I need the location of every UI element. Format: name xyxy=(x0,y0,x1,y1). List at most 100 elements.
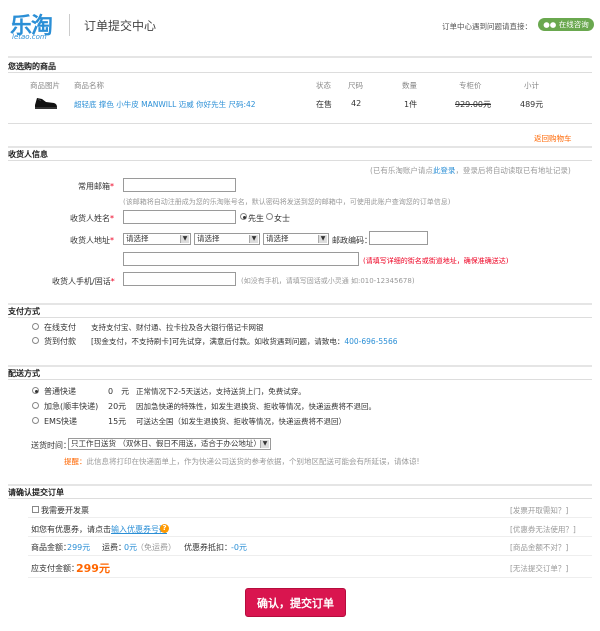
email-input[interactable] xyxy=(123,178,236,192)
delivery-option-fee: 15元 xyxy=(108,417,127,426)
divider xyxy=(8,498,592,499)
payment-online-radio[interactable] xyxy=(32,323,39,330)
name-input[interactable] xyxy=(123,210,236,224)
divider xyxy=(28,555,592,556)
payment-help-link[interactable]: [无法提交订单？] xyxy=(510,563,568,574)
delivery-option-label: 普通快递 xyxy=(44,387,76,396)
column-header: 商品名称 xyxy=(74,81,104,90)
delivery-option-desc: 正常情况下2-5天送达，支持送货上门，免费试穿。 xyxy=(136,387,306,396)
divider xyxy=(8,72,592,73)
goods-total-label: 商品金额： xyxy=(31,543,71,552)
shipping-label: 运费： xyxy=(102,543,126,552)
confirm-section-title: 请确认提交订单 xyxy=(8,488,64,497)
gender-female-label: 女士 xyxy=(274,214,290,223)
phone-label: 收货人手机/固话* xyxy=(52,277,115,286)
divider xyxy=(8,160,592,161)
payment-cod-radio[interactable] xyxy=(32,337,39,344)
goods-total-value: 299元 xyxy=(67,543,91,552)
chevron-down-icon: ▼ xyxy=(249,235,258,243)
invoice-checkbox[interactable] xyxy=(32,506,39,513)
divider xyxy=(8,56,592,58)
payable-label: 应支付金额： xyxy=(31,564,79,573)
column-header: 状态 xyxy=(316,81,331,90)
phone-input[interactable] xyxy=(123,272,236,286)
address-detail-input[interactable] xyxy=(123,252,359,266)
gender-male-radio[interactable] xyxy=(240,213,247,220)
address-label: 收货人地址* xyxy=(70,236,114,245)
coupon-prompt: 如您有优惠券，请点击输入优惠券号码 xyxy=(31,525,167,534)
product-status: 在售 xyxy=(316,100,332,109)
login-link[interactable]: 此登录 xyxy=(433,166,456,175)
header-divider xyxy=(69,14,70,36)
delivery-normal-radio[interactable] xyxy=(32,387,39,394)
delivery-reminder: 提醒：此信息将打印在快递面单上，作为快递公司送货的参考依据，个别地区配送可能会有… xyxy=(64,457,420,466)
gender-female-radio[interactable] xyxy=(266,213,273,220)
delivery-option-desc: 因加急快递的特殊性，如发生退换货、拒收等情况，快递运费将不退回。 xyxy=(136,402,376,411)
coupon-discount-value: -0元 xyxy=(231,543,247,552)
submit-order-button[interactable]: 确认，提交订单 xyxy=(245,588,346,617)
chevron-down-icon: ▼ xyxy=(180,235,189,243)
delivery-option-desc: 可送达全国（如发生退换货、拒收等情况，快递运费将不退回） xyxy=(136,417,346,426)
service-phone: 400-696-5566 xyxy=(344,337,398,346)
divider xyxy=(8,146,592,148)
divider xyxy=(8,365,592,367)
email-label: 常用邮箱* xyxy=(78,182,114,191)
delivery-express-radio[interactable] xyxy=(32,402,39,409)
chevron-down-icon: ▼ xyxy=(318,235,327,243)
product-name-link[interactable]: 超轻底 撑色 小牛皮 MANWILL 迈威 你好先生 尺码:42 xyxy=(74,99,256,110)
product-quantity: 1件 xyxy=(404,100,418,109)
amount-help-link[interactable]: [商品金额不对？] xyxy=(510,542,568,553)
products-section-title: 您选购的商品 xyxy=(8,62,56,71)
product-list-price: 929.00元 xyxy=(455,100,491,109)
product-image[interactable] xyxy=(34,94,58,110)
divider xyxy=(8,317,592,318)
question-icon[interactable]: ? xyxy=(160,524,169,533)
payment-option-label: 在线支付 xyxy=(44,323,76,332)
divider xyxy=(8,484,592,486)
coupon-link[interactable]: 输入优惠券号码 xyxy=(111,525,167,534)
chevron-down-icon: ▼ xyxy=(260,440,269,448)
zip-label: 邮政编码： xyxy=(332,236,372,245)
delivery-option-fee: 0 元 xyxy=(108,387,130,396)
delivery-time-label: 送货时间： xyxy=(31,441,71,450)
delivery-option-label: 加急(顺丰快递) xyxy=(44,402,99,411)
coupon-discount-label: 优惠券抵扣： xyxy=(184,543,232,552)
district-select[interactable]: 请选择 ▼ xyxy=(263,233,329,245)
delivery-option-fee: 20元 xyxy=(108,402,127,411)
column-header: 专柜价 xyxy=(459,81,482,90)
province-select[interactable]: 请选择 ▼ xyxy=(123,233,191,245)
divider xyxy=(28,577,592,578)
email-hint: (该邮箱将自动注册成为您的乐淘账号名，默认密码将发送到您的邮箱中，可使用此账户查… xyxy=(123,198,451,206)
product-subtotal: 489元 xyxy=(520,100,544,109)
online-consult-button[interactable]: ●● 在线咨询 xyxy=(538,18,594,31)
payment-option-desc: [现金支付，不支持刷卡]可先试穿，满意后付款。如收货遇到问题，请致电：400-6… xyxy=(91,337,398,346)
delivery-section-title: 配送方式 xyxy=(8,369,40,378)
back-to-cart-link[interactable]: 返回购物车 xyxy=(534,133,572,144)
column-header: 尺码 xyxy=(348,81,363,90)
invoice-help-link[interactable]: [发票开取需知？] xyxy=(510,505,568,516)
phone-hint: (如没有手机，请填写固话或小灵通 如:010-12345678) xyxy=(241,277,415,285)
delivery-ems-radio[interactable] xyxy=(32,417,39,424)
divider xyxy=(8,379,592,380)
column-header: 小计 xyxy=(524,81,539,90)
login-hint: (已有乐淘账户请点此登录，登录后将自动读取已有地址记录) xyxy=(370,166,571,175)
name-label: 收货人姓名* xyxy=(70,214,114,223)
payment-option-desc: 支持支付宝、财付通、拉卡拉及各大银行借记卡网银 xyxy=(91,323,264,332)
divider xyxy=(28,517,592,518)
divider xyxy=(8,303,592,305)
page-title: 订单提交中心 xyxy=(84,19,157,33)
payable-value: 299元 xyxy=(76,562,110,575)
help-text: 订单中心遇到问题请直接： xyxy=(442,22,532,31)
zip-input[interactable] xyxy=(369,231,428,245)
column-header: 商品图片 xyxy=(30,81,60,90)
city-select[interactable]: 请选择 ▼ xyxy=(194,233,260,245)
product-size: 42 xyxy=(351,99,362,108)
delivery-option-label: EMS快递 xyxy=(44,417,78,426)
divider xyxy=(8,123,592,124)
logo-subtitle: letao.com xyxy=(12,33,47,41)
chat-icon: ●● xyxy=(543,20,559,29)
address-hint: (请填写详细的街名或街道地址，确保准确送达) xyxy=(363,257,509,265)
delivery-time-select[interactable]: 只工作日送货 （双休日、假日不用送，适合于办公地址） ▼ xyxy=(68,438,271,450)
invoice-label: 我需要开发票 xyxy=(41,506,89,515)
coupon-help-link[interactable]: [优惠券无法使用？] xyxy=(510,524,576,535)
